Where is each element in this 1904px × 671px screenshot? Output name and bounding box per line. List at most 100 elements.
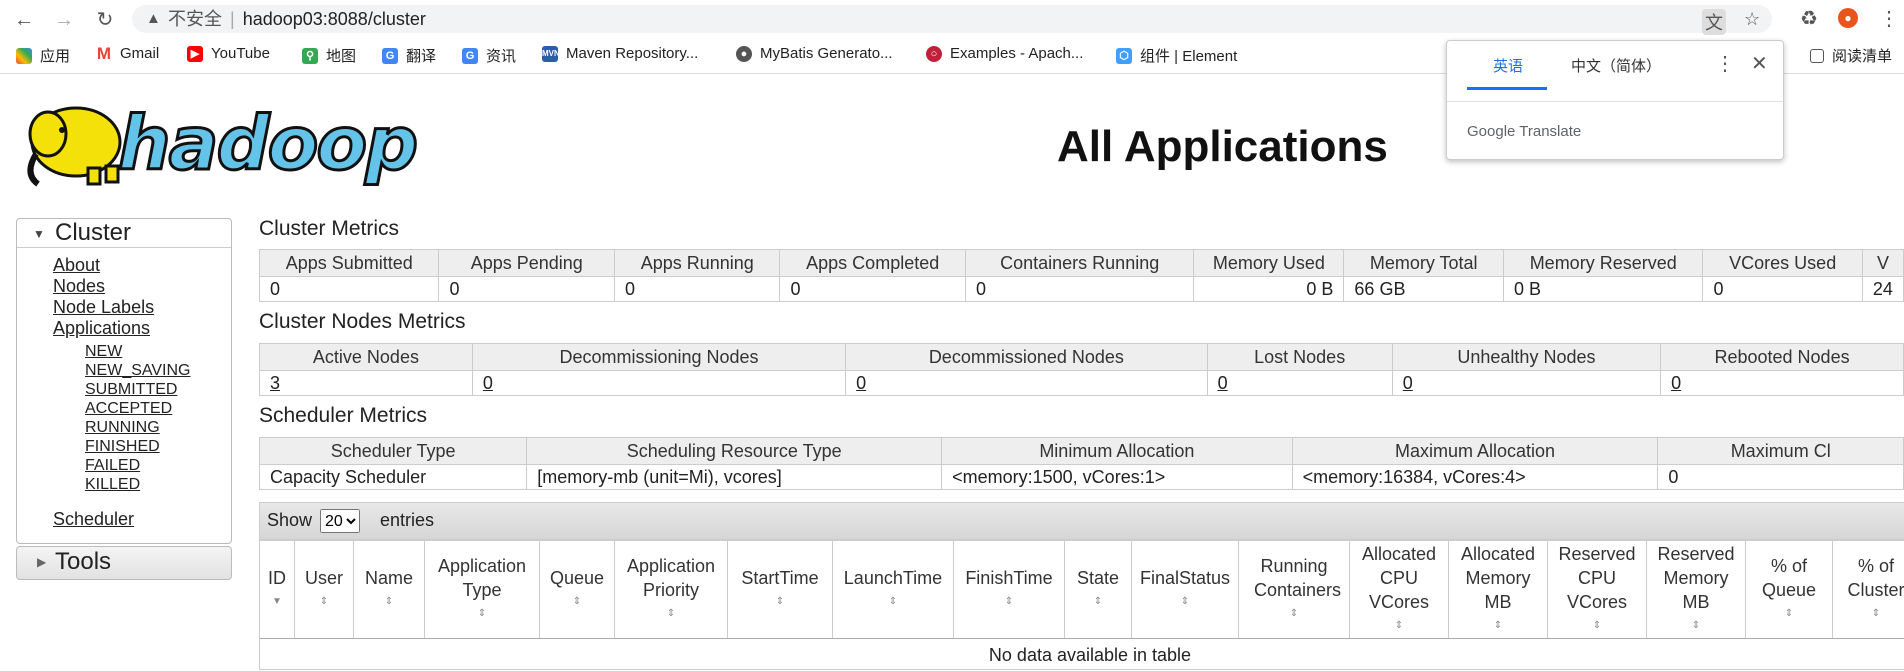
column-label: Reserved Memory MB xyxy=(1657,544,1735,612)
sidebar-item-failed[interactable]: FAILED xyxy=(85,457,140,475)
bookmark-news[interactable]: G 资讯 xyxy=(462,45,516,66)
reading-list[interactable]: 阅读清单 xyxy=(1810,45,1892,66)
sidebar-item-about[interactable]: About xyxy=(53,255,100,276)
translate-icon[interactable]: 文 xyxy=(1702,9,1726,35)
sidebar-item-scheduler[interactable]: Scheduler xyxy=(53,509,134,530)
rebooted-nodes-link[interactable]: 0 xyxy=(1671,373,1681,393)
sidebar-item-node-labels[interactable]: Node Labels xyxy=(53,297,154,318)
hadoop-logo[interactable]: hadoop xyxy=(18,98,420,187)
column-header-state[interactable]: State ⇕ xyxy=(1065,541,1132,639)
sort-icon: ▼ xyxy=(272,596,282,607)
metric-header: Decommissioning Nodes xyxy=(471,343,847,371)
expand-triangle-icon: ▶ xyxy=(37,555,47,569)
sidebar-item-killed[interactable]: KILLED xyxy=(85,476,140,494)
bookmark-label: 翻译 xyxy=(406,48,437,65)
extensions-icon[interactable]: ♻ xyxy=(1798,8,1820,30)
bookmark-youtube[interactable]: ▶ YouTube xyxy=(187,45,270,62)
column-header-name[interactable]: Name ⇕ xyxy=(354,541,425,639)
bookmark-element[interactable]: ⬡ 组件 | Element xyxy=(1116,45,1237,66)
column-label: ID xyxy=(268,568,286,588)
column-label: Running Containers xyxy=(1254,556,1342,600)
bookmark-gmail[interactable]: M Gmail xyxy=(96,43,159,63)
lost-nodes-link[interactable]: 0 xyxy=(1218,373,1228,393)
sort-icon: ⇕ xyxy=(1004,596,1014,607)
unhealthy-nodes-link[interactable]: 0 xyxy=(1403,373,1413,393)
sidebar-item-accepted[interactable]: ACCEPTED xyxy=(85,400,172,418)
warning-icon[interactable]: ▲ xyxy=(146,10,161,27)
maven-icon: MVN xyxy=(542,45,560,62)
sidebar-item-nodes[interactable]: Nodes xyxy=(53,276,105,297)
applications-table-header: ID ▼ User ⇕ Name ⇕ Application Type ⇕ Queue ⇕… xyxy=(259,540,1904,639)
gmail-icon: M xyxy=(96,43,112,63)
bookmark-label: 应用 xyxy=(40,48,71,65)
bookmark-maven[interactable]: MVN Maven Repository... xyxy=(542,45,698,62)
back-icon[interactable]: ← xyxy=(13,9,35,31)
cluster-header[interactable]: ▼ Cluster xyxy=(17,219,231,248)
metric-header: Unhealthy Nodes xyxy=(1391,343,1662,371)
sidebar-tools[interactable]: ▶ Tools xyxy=(16,546,232,580)
cluster-metrics-table: Apps Submitted Apps Pending Apps Running… xyxy=(258,249,1904,302)
column-header-allocated-cpu-vcores[interactable]: Allocated CPU VCores ⇕ xyxy=(1350,541,1449,639)
column-label: State xyxy=(1076,568,1120,588)
avatar[interactable]: ● xyxy=(1838,8,1858,28)
metric-value: 0 B xyxy=(1502,276,1704,302)
metric-header: V xyxy=(1861,249,1904,277)
reload-icon[interactable]: ↻ xyxy=(94,9,116,31)
empty-table-message: No data available in table xyxy=(259,638,1904,670)
more-options-icon[interactable]: ⋮ xyxy=(1715,51,1735,76)
sidebar-item-new[interactable]: NEW xyxy=(85,343,122,361)
column-header-reserved-memory-mb[interactable]: Reserved Memory MB ⇕ xyxy=(1647,541,1746,639)
decommissioned-nodes-link[interactable]: 0 xyxy=(856,373,866,393)
metric-value: [memory-mb (unit=Mi), vcores] xyxy=(526,464,943,490)
decommissioning-nodes-link[interactable]: 0 xyxy=(483,373,493,393)
column-header-finishtime[interactable]: FinishTime ⇕ xyxy=(954,541,1065,639)
column-header-percent-of-queue[interactable]: % of Queue ⇕ xyxy=(1746,541,1833,639)
column-label: % of Queue xyxy=(1761,556,1817,600)
column-header-reserved-cpu-vcores[interactable]: Reserved CPU VCores ⇕ xyxy=(1548,541,1647,639)
metric-header: Apps Running xyxy=(613,249,781,277)
sidebar-item-finished[interactable]: FINISHED xyxy=(85,438,160,456)
translate-bookmark-icon: G xyxy=(382,47,398,64)
maps-icon: ⚲ xyxy=(302,47,318,64)
cluster-metrics-title: Cluster Metrics xyxy=(259,217,400,240)
column-header-queue[interactable]: Queue ⇕ xyxy=(540,541,615,639)
bookmark-apps[interactable]: 应用 xyxy=(16,45,70,66)
cluster-label: Cluster xyxy=(55,219,132,246)
forward-icon[interactable]: → xyxy=(53,9,75,31)
bookmark-translate[interactable]: G 翻译 xyxy=(382,45,436,66)
sidebar-item-new-saving[interactable]: NEW_SAVING xyxy=(85,362,191,380)
column-header-id[interactable]: ID ▼ xyxy=(260,541,295,639)
column-header-running-containers[interactable]: Running Containers ⇕ xyxy=(1239,541,1350,639)
metric-header: Apps Pending xyxy=(438,249,615,277)
sort-icon: ⇕ xyxy=(1784,608,1794,619)
column-header-percent-of-cluster[interactable]: % of Cluster ⇕ xyxy=(1833,541,1904,639)
column-header-application-type[interactable]: Application Type ⇕ xyxy=(425,541,540,639)
metric-value: Capacity Scheduler xyxy=(258,464,528,490)
menu-icon[interactable]: ⋮ xyxy=(1878,8,1900,30)
column-header-application-priority[interactable]: Application Priority ⇕ xyxy=(615,541,728,639)
column-header-starttime[interactable]: StartTime ⇕ xyxy=(728,541,833,639)
column-header-finalstatus[interactable]: FinalStatus ⇕ xyxy=(1132,541,1239,639)
star-icon[interactable]: ☆ xyxy=(1744,9,1760,30)
column-header-allocated-memory-mb[interactable]: Allocated Memory MB ⇕ xyxy=(1449,541,1548,639)
bookmark-label: YouTube xyxy=(211,45,270,62)
close-icon[interactable]: ✕ xyxy=(1751,51,1768,76)
sidebar-item-applications[interactable]: Applications xyxy=(53,318,150,339)
active-nodes-link[interactable]: 3 xyxy=(270,373,280,393)
column-label: Queue xyxy=(549,568,605,588)
sidebar-item-running[interactable]: RUNNING xyxy=(85,419,160,437)
column-header-user[interactable]: User ⇕ xyxy=(295,541,354,639)
bookmark-examples[interactable]: ○ Examples - Apach... xyxy=(926,45,1083,62)
column-header-launchtime[interactable]: LaunchTime ⇕ xyxy=(833,541,954,639)
bookmark-label: 资讯 xyxy=(486,48,517,65)
tab-target-language[interactable]: 中文（简体） xyxy=(1571,55,1661,76)
bookmark-maps[interactable]: ⚲ 地图 xyxy=(302,45,356,66)
metric-header: Memory Used xyxy=(1193,249,1345,277)
sidebar-item-submitted[interactable]: SUBMITTED xyxy=(85,381,177,399)
bookmark-mybatis[interactable]: ● MyBatis Generato... xyxy=(736,45,893,62)
entries-select[interactable]: 20 xyxy=(320,509,360,533)
column-label: Name xyxy=(364,568,413,588)
apache-icon: ○ xyxy=(926,45,942,62)
address-bar[interactable]: ▲ 不安全 | hadoop03:8088/cluster 文 ☆ xyxy=(132,5,1772,35)
tab-source-language[interactable]: 英语 xyxy=(1493,55,1523,76)
